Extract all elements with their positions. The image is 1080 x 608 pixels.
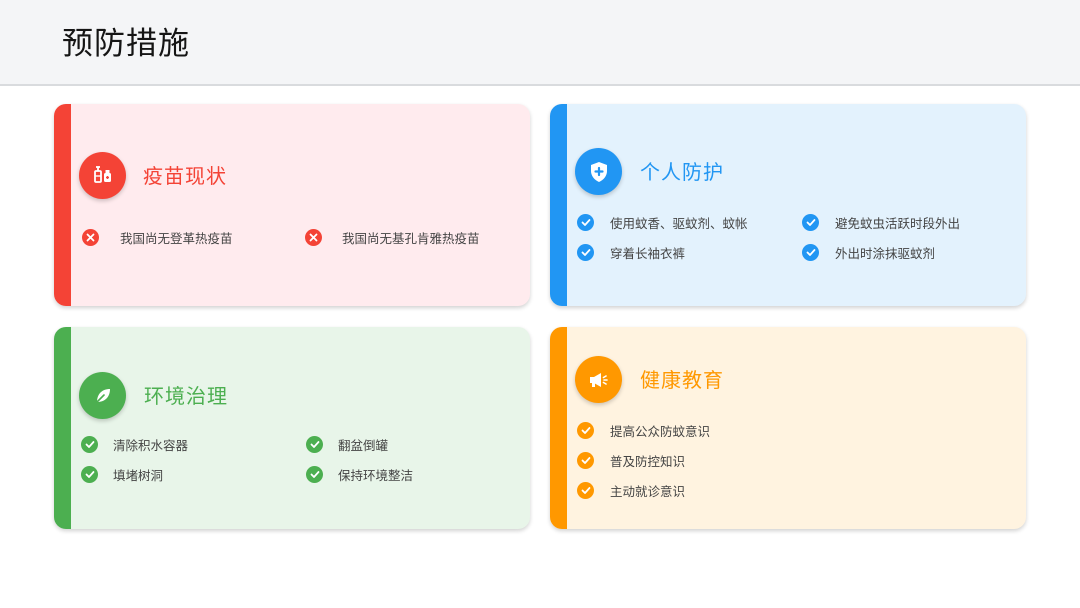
card-personal-protection: 个人防护 使用蚊香、驱蚊剂、蚊帐 避免蚊虫活跃时段外出 穿着长袖衣裤 外出时涂抹… [550, 104, 1026, 306]
check-circle-icon [577, 481, 594, 499]
check-circle-icon [81, 435, 98, 453]
item-label: 主动就诊意识 [610, 483, 686, 499]
card-title: 健康教育 [640, 368, 724, 392]
item-label: 清除积水容器 [113, 437, 189, 453]
item-label: 保持环境整洁 [338, 467, 414, 483]
check-circle-icon [306, 435, 323, 453]
card-accent-stripe [54, 327, 71, 529]
leaf-icon [79, 372, 126, 419]
list-item: 普及防控知识 [577, 450, 685, 470]
card-accent-stripe [550, 327, 567, 529]
check-circle-icon [81, 465, 98, 483]
item-label: 外出时涂抹驱蚊剂 [835, 245, 936, 261]
check-circle-icon [306, 465, 323, 483]
list-item: 避免蚊虫活跃时段外出 [802, 212, 960, 232]
card-title: 疫苗现状 [143, 164, 227, 188]
card-vaccine-status: 疫苗现状 我国尚无登革热疫苗 我国尚无基孔肯雅热疫苗 [54, 104, 530, 306]
check-circle-icon [802, 213, 819, 231]
list-item: 清除积水容器 [81, 434, 188, 454]
page-title: 预防措施 [62, 26, 190, 62]
card-title: 个人防护 [640, 160, 724, 184]
card-accent-stripe [54, 104, 71, 306]
list-item: 翻盆倒罐 [306, 434, 388, 454]
list-item: 穿着长袖衣裤 [577, 242, 685, 262]
header-bar: 预防措施 [0, 0, 1080, 86]
item-label: 填堵树洞 [113, 467, 164, 483]
x-circle-icon [305, 228, 322, 246]
check-circle-icon [577, 213, 594, 231]
list-item: 提高公众防蚊意识 [577, 420, 710, 440]
item-label: 我国尚无基孔肯雅热疫苗 [342, 230, 480, 246]
x-circle-icon [82, 228, 99, 246]
item-label: 避免蚊虫活跃时段外出 [835, 215, 961, 231]
item-label: 我国尚无登革热疫苗 [120, 230, 233, 246]
megaphone-icon [575, 356, 622, 403]
card-health-education: 健康教育 提高公众防蚊意识 普及防控知识 主动就诊意识 [550, 327, 1026, 529]
list-item: 保持环境整洁 [306, 464, 413, 484]
list-item: 主动就诊意识 [577, 480, 685, 500]
item-label: 穿着长袖衣裤 [610, 245, 686, 261]
list-item: 我国尚无登革热疫苗 [82, 227, 233, 247]
card-title: 环境治理 [144, 384, 228, 408]
card-environment-management: 环境治理 清除积水容器 翻盆倒罐 填堵树洞 保持环境整洁 [54, 327, 530, 529]
card-accent-stripe [550, 104, 567, 306]
list-item: 外出时涂抹驱蚊剂 [802, 242, 935, 262]
item-label: 提高公众防蚊意识 [610, 423, 711, 439]
vaccine-syringe-icon [79, 152, 126, 199]
list-item: 使用蚊香、驱蚊剂、蚊帐 [577, 212, 748, 232]
shield-plus-icon [575, 148, 622, 195]
list-item: 填堵树洞 [81, 464, 163, 484]
list-item: 我国尚无基孔肯雅热疫苗 [305, 227, 480, 247]
item-label: 普及防控知识 [610, 453, 686, 469]
check-circle-icon [802, 243, 819, 261]
check-circle-icon [577, 421, 594, 439]
check-circle-icon [577, 243, 594, 261]
item-label: 翻盆倒罐 [338, 437, 389, 453]
item-label: 使用蚊香、驱蚊剂、蚊帐 [610, 215, 748, 231]
check-circle-icon [577, 451, 594, 469]
